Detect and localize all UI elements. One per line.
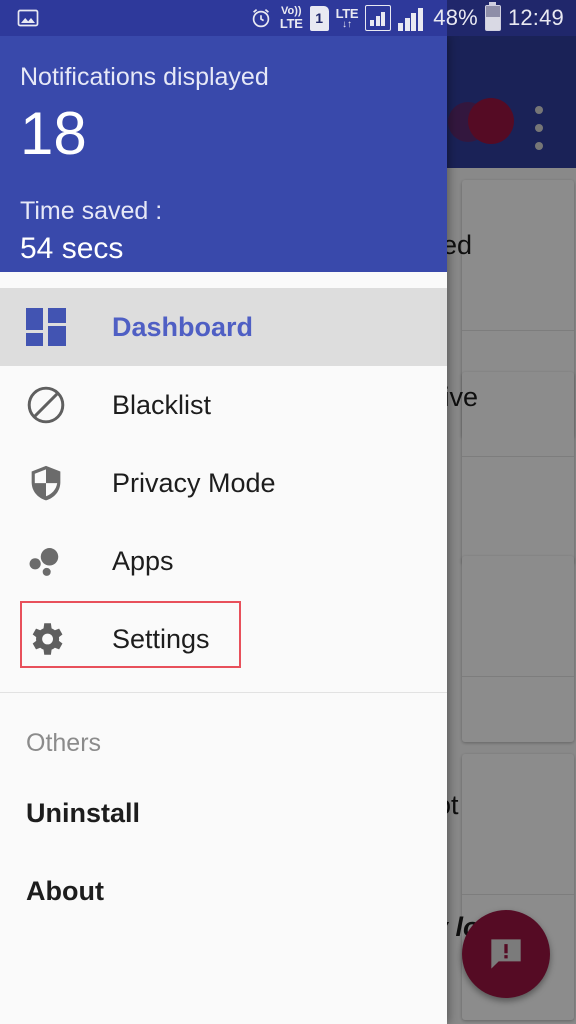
sim1-icon: 1 — [309, 5, 329, 31]
shield-icon — [20, 457, 72, 509]
notifications-displayed-count: 18 — [20, 100, 87, 167]
sidebar-item-privacy-mode[interactable]: Privacy Mode — [0, 444, 447, 522]
sidebar-item-label: About — [26, 875, 104, 906]
alarm-clock-icon — [252, 8, 270, 28]
sidebar-item-label: Privacy Mode — [112, 467, 276, 498]
battery-percent-label: 48% — [433, 5, 478, 30]
time-saved-value: 54 secs — [20, 232, 124, 265]
dashboard-grid-icon — [20, 301, 72, 353]
sidebar-item-label: Dashboard — [112, 311, 254, 342]
sidebar-item-label: Settings — [112, 623, 210, 654]
status-bar: Vo)) LTE 1 LTE ↓↑ 48% 12:49 — [0, 0, 576, 36]
battery-half-icon — [484, 2, 501, 31]
block-circle-icon — [20, 379, 72, 431]
drawer-header: Notifications displayed 18 Time saved : … — [0, 36, 447, 272]
clock-label: 12:49 — [507, 5, 564, 30]
signal-bars-icon — [398, 5, 426, 31]
sidebar-item-uninstall[interactable]: Uninstall — [0, 774, 447, 852]
signal-boxed-icon — [365, 5, 392, 31]
sidebar-item-apps[interactable]: Apps — [0, 522, 447, 600]
sidebar-item-settings[interactable]: Settings — [0, 600, 447, 678]
others-section-label: Others — [26, 729, 102, 757]
sidebar-item-about[interactable]: About — [0, 852, 447, 930]
gear-icon — [20, 613, 72, 665]
volte-icon: Vo)) LTE — [279, 5, 303, 31]
navigation-drawer: Notifications displayed 18 Time saved : … — [0, 36, 447, 1024]
notifications-displayed-label: Notifications displayed — [20, 63, 269, 91]
drawer-header-spacer — [0, 272, 447, 288]
status-bar-right: Vo)) LTE 1 LTE ↓↑ 48% 12:49 — [249, 2, 576, 31]
time-saved-label: Time saved : — [20, 197, 163, 225]
sidebar-item-blacklist[interactable]: Blacklist — [0, 366, 447, 444]
sidebar-item-label: Blacklist — [112, 389, 212, 420]
bubbles-icon — [20, 535, 72, 587]
lte-data-icon: LTE ↓↑ — [335, 5, 359, 30]
sidebar-item-label: Uninstall — [26, 797, 141, 828]
image-icon — [17, 9, 39, 27]
sidebar-item-label: Apps — [112, 545, 174, 576]
sidebar-item-dashboard[interactable]: Dashboard — [0, 288, 447, 366]
status-bar-left — [0, 6, 40, 30]
phone-screen: ed tive ot lly look Notifications displa… — [0, 0, 576, 1024]
